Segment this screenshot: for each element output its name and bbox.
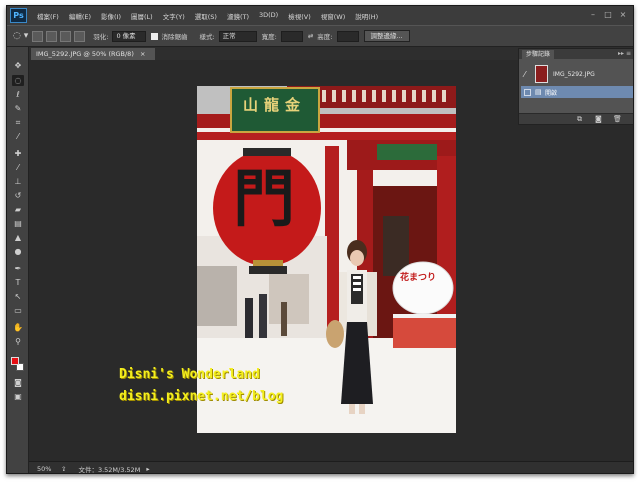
status-share-icon[interactable]: ⇪ (61, 465, 66, 473)
height-input[interactable] (336, 30, 359, 42)
new-selection-icon[interactable] (32, 30, 44, 42)
brush-tool-icon[interactable]: ⁄ (12, 162, 24, 173)
subtract-selection-icon[interactable] (60, 30, 72, 42)
add-selection-icon[interactable] (46, 30, 58, 42)
new-document-from-state-icon[interactable]: ⧉ (577, 115, 582, 124)
history-snapshot[interactable]: ⁄ IMG_5292.JPG (521, 63, 633, 85)
menu-view[interactable]: 檢視(V) (288, 11, 311, 21)
zoom-level[interactable]: 50% (37, 465, 57, 473)
move-tool-icon[interactable]: ✥ (12, 60, 24, 71)
stamp-tool-icon[interactable]: ⊥ (12, 176, 24, 187)
watermark-line-2: disni.pixnet.net/blog (119, 389, 284, 404)
marquee-preset-icon[interactable]: ◌ ▾ (13, 31, 28, 41)
snapshot-thumbnail (535, 65, 548, 83)
menu-help[interactable]: 說明(H) (355, 11, 378, 21)
menu-select[interactable]: 選取(S) (195, 11, 217, 21)
menu-filter[interactable]: 濾鏡(T) (227, 11, 249, 21)
history-panel-header: 步驟記錄 ▸▸ ≡ (519, 49, 633, 59)
gate-sign-text: 山龍金 (243, 96, 307, 114)
history-brush-tool-icon[interactable]: ↺ (12, 190, 24, 201)
screen-mode-icon[interactable]: ▣ (12, 391, 24, 402)
status-menu-arrow[interactable]: ▸ (146, 465, 149, 473)
history-panel: 步驟記錄 ▸▸ ≡ ⁄ IMG_5292.JPG ▤ 開啟 ⧉ ◙ 🗑 (518, 48, 633, 125)
style-label: 樣式: (199, 33, 215, 41)
document-state-icon: ▤ (535, 88, 542, 96)
hand-tool-icon[interactable]: ✋ (12, 322, 24, 333)
menu-window[interactable]: 視窗(W) (321, 11, 346, 21)
zoom-tool-icon[interactable]: ⚲ (12, 336, 24, 347)
crop-tool-icon[interactable]: ⌗ (12, 117, 24, 128)
feather-input[interactable]: 0 像素 (112, 30, 147, 42)
refine-edge-button[interactable]: 調整邊緣... (363, 30, 410, 42)
maximize-icon[interactable]: □ (602, 9, 614, 20)
options-bar: ◌ ▾ 羽化: 0 像素 消除鋸齒 樣式: 正常 寬度: ⇄ 高度: 調整邊緣.… (7, 25, 633, 47)
menu-image[interactable]: 影像(I) (101, 11, 121, 21)
dodge-tool-icon[interactable]: ● (12, 246, 24, 257)
menu-list: 檔案(F) 編輯(E) 影像(I) 圖層(L) 文字(Y) 選取(S) 濾鏡(T… (37, 11, 388, 21)
document-tab-label: IMG_5292.JPG @ 50% (RGB/8) (36, 50, 134, 58)
window-controls: – □ × (584, 9, 629, 20)
tab-close-icon[interactable]: × (140, 50, 145, 58)
menu-bar: Ps 檔案(F) 編輯(E) 影像(I) 圖層(L) 文字(Y) 選取(S) 濾… (7, 6, 633, 25)
menu-type[interactable]: 文字(Y) (163, 11, 185, 21)
camera-icon[interactable]: ◙ (595, 115, 602, 123)
swap-icon[interactable]: ⇄ (308, 32, 313, 40)
history-panel-tab[interactable]: 步驟記錄 (522, 49, 555, 59)
menu-file[interactable]: 檔案(F) (37, 11, 59, 21)
menu-3d[interactable]: 3D(D) (259, 11, 278, 21)
eraser-tool-icon[interactable]: ▰ (12, 204, 24, 215)
history-panel-footer: ⧉ ◙ 🗑 (519, 113, 633, 124)
history-brush-source-icon[interactable]: ⁄ (524, 70, 525, 79)
type-tool-icon[interactable]: T (12, 277, 24, 288)
side-sign-text: 花まつり (400, 273, 437, 283)
pen-tool-icon[interactable]: ✒ (12, 263, 24, 274)
lasso-tool-icon[interactable]: ℓ (12, 89, 24, 100)
status-bar: 50% ⇪ 文件：3.52M/3.52M ▸ (29, 461, 633, 474)
photoshop-window: Ps 檔案(F) 編輯(E) 影像(I) 圖層(L) 文字(Y) 選取(S) 濾… (6, 5, 634, 474)
menu-edit[interactable]: 編輯(E) (69, 11, 91, 21)
path-select-tool-icon[interactable]: ↖ (12, 291, 24, 302)
healing-tool-icon[interactable]: ✚ (12, 148, 24, 159)
history-state-open[interactable]: ▤ 開啟 (521, 86, 633, 98)
state-label: 開啟 (545, 89, 558, 97)
photoshop-logo: Ps (10, 8, 27, 23)
foreground-color-swatch[interactable] (11, 357, 19, 365)
quick-select-tool-icon[interactable]: ✎ (12, 103, 24, 114)
antialias-label: 消除鋸齒 (161, 33, 188, 41)
watermark-line-1: Disni's Wonderland (119, 367, 260, 382)
tools-panel: ✥ ◌ ℓ ✎ ⌗ ⁄ ✚ ⁄ ⊥ ↺ ▰ ▤ ▲ ● ✒ T ↖ ▭ ✋ ⚲ … (7, 47, 29, 473)
width-input[interactable] (280, 30, 303, 42)
marquee-tool-icon[interactable]: ◌ (12, 75, 24, 86)
antialias-checkbox[interactable] (151, 32, 159, 40)
blur-tool-icon[interactable]: ▲ (12, 232, 24, 243)
quick-mask-icon[interactable]: ◙ (12, 377, 24, 388)
style-select[interactable]: 正常 (218, 30, 257, 42)
minimize-icon[interactable]: – (587, 9, 599, 20)
lantern-text: 門 (233, 162, 296, 235)
close-icon[interactable]: × (617, 9, 629, 20)
menu-layer[interactable]: 圖層(L) (131, 11, 153, 21)
height-label: 高度: (317, 33, 333, 41)
panel-menu-icon[interactable]: ▸▸ ≡ (618, 49, 631, 59)
snapshot-label: IMG_5292.JPG (553, 70, 595, 78)
feather-label: 羽化: (93, 33, 109, 41)
eyedropper-tool-icon[interactable]: ⁄ (12, 131, 24, 142)
intersect-selection-icon[interactable] (74, 30, 86, 42)
trash-icon[interactable]: 🗑 (613, 115, 622, 123)
state-checkbox[interactable] (524, 88, 531, 96)
width-label: 寬度: (261, 33, 277, 41)
gradient-tool-icon[interactable]: ▤ (12, 218, 24, 229)
document-info: 文件：3.52M/3.52M (78, 465, 141, 474)
document-tab[interactable]: IMG_5292.JPG @ 50% (RGB/8) × (31, 48, 156, 60)
shape-tool-icon[interactable]: ▭ (12, 305, 24, 316)
